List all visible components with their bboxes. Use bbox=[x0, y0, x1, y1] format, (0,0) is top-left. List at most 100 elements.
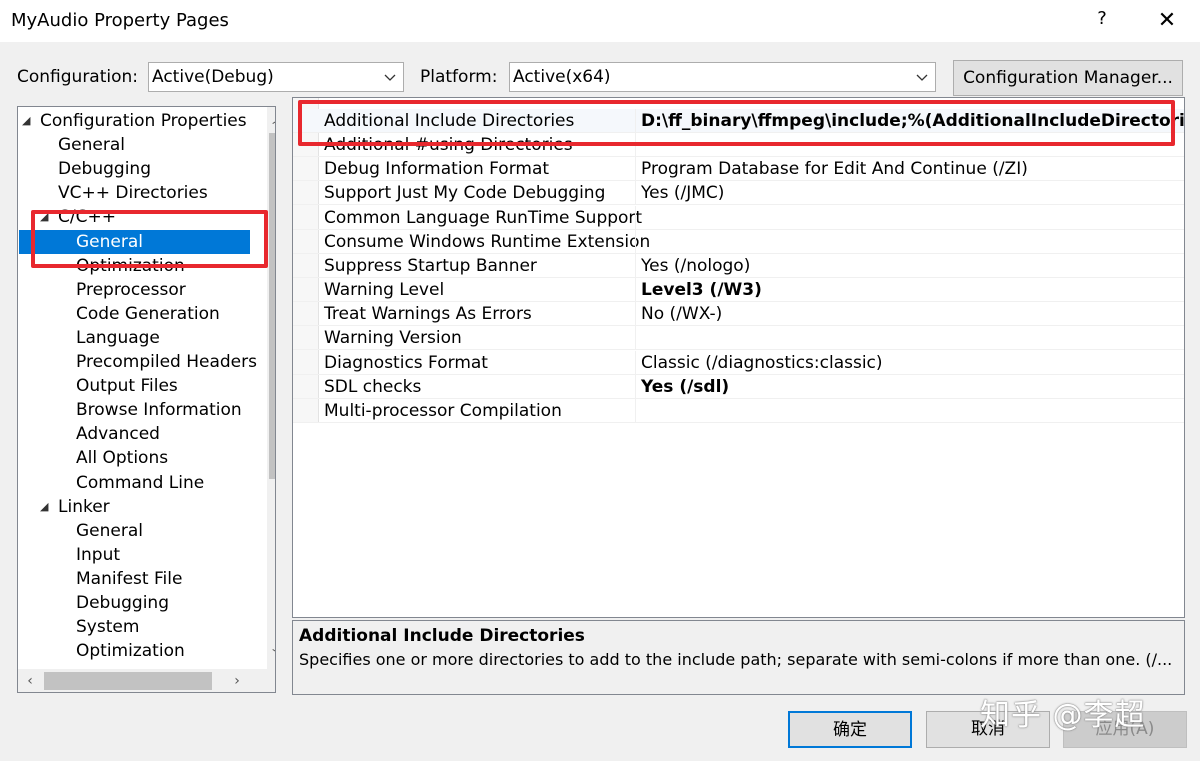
tree-item[interactable]: Output Files bbox=[76, 374, 178, 398]
tree-item[interactable]: System bbox=[76, 615, 139, 639]
window-title: MyAudio Property Pages bbox=[11, 10, 229, 31]
tree-item[interactable]: All Options bbox=[76, 446, 168, 470]
description-text: Specifies one or more directories to add… bbox=[299, 650, 1173, 669]
column-divider bbox=[635, 181, 636, 206]
column-divider bbox=[635, 253, 636, 278]
property-value[interactable]: Yes (/JMC) bbox=[641, 181, 724, 205]
property-value[interactable]: Yes (/nologo) bbox=[641, 254, 750, 278]
scroll-down-icon[interactable]: ﹀ bbox=[267, 645, 275, 669]
property-name: Warning Version bbox=[324, 328, 462, 349]
property-row[interactable]: Common Language RunTime Support bbox=[293, 205, 1184, 230]
navigation-tree: ◢ Configuration Properties General Debuggin… bbox=[17, 106, 276, 693]
property-name: Debug Information Format bbox=[324, 159, 550, 180]
property-row[interactable]: Warning Level Level3 (/W3) bbox=[293, 278, 1184, 303]
description-panel: Additional Include Directories Specifies… bbox=[292, 620, 1185, 695]
configuration-label: Configuration: bbox=[17, 67, 139, 87]
tree-item[interactable]: Input bbox=[76, 543, 120, 567]
configuration-manager-button[interactable]: Configuration Manager... bbox=[953, 60, 1183, 96]
property-row[interactable]: Suppress Startup Banner Yes (/nologo) bbox=[293, 253, 1184, 278]
help-button[interactable]: ? bbox=[1090, 8, 1114, 34]
property-row[interactable]: Consume Windows Runtime Extension bbox=[293, 229, 1184, 254]
property-row[interactable]: Treat Warnings As Errors No (/WX-) bbox=[293, 302, 1184, 327]
tree-item[interactable]: Advanced bbox=[76, 422, 160, 446]
column-divider bbox=[635, 229, 636, 254]
tree-item[interactable]: VC++ Directories bbox=[58, 181, 208, 205]
expand-arrow-icon[interactable]: ◢ bbox=[40, 205, 52, 229]
property-row[interactable]: Additional Include Directories D:\ff_bina… bbox=[293, 109, 1184, 133]
column-divider bbox=[635, 350, 636, 375]
property-name: Additional Include Directories bbox=[324, 111, 575, 131]
tree-item[interactable]: Browse Information bbox=[76, 398, 242, 422]
tree-item[interactable]: General bbox=[76, 519, 143, 543]
property-value[interactable]: Classic (/diagnostics:classic) bbox=[641, 351, 883, 375]
scroll-left-icon[interactable]: ‹ bbox=[18, 669, 42, 692]
scroll-thumb[interactable] bbox=[269, 133, 275, 479]
platform-dropdown[interactable]: Active(x64) bbox=[509, 62, 936, 92]
property-row[interactable]: Diagnostics Format Classic (/diagnostics:… bbox=[293, 350, 1184, 375]
tree-item[interactable]: C/C++ bbox=[58, 205, 116, 229]
tree-item[interactable]: Optimization bbox=[76, 639, 185, 663]
tree-item[interactable]: Debugging bbox=[58, 157, 151, 181]
tree-item[interactable]: Language bbox=[76, 326, 160, 350]
ok-button[interactable]: 确定 bbox=[788, 711, 912, 748]
property-grid: Additional Include Directories D:\ff_bina… bbox=[292, 97, 1185, 618]
property-name: Support Just My Code Debugging bbox=[324, 183, 606, 204]
property-name: Suppress Startup Banner bbox=[324, 255, 537, 276]
expand-arrow-icon[interactable]: ◢ bbox=[22, 109, 34, 133]
column-divider bbox=[635, 302, 636, 327]
property-name: Multi-processor Compilation bbox=[324, 400, 562, 421]
property-row[interactable]: Debug Information Format Program Database… bbox=[293, 157, 1184, 182]
chevron-down-icon bbox=[384, 74, 396, 81]
tree-horizontal-scrollbar[interactable]: ‹ › bbox=[18, 669, 267, 692]
configuration-dropdown[interactable]: Active(Debug) bbox=[148, 62, 404, 92]
platform-value: Active(x64) bbox=[513, 67, 611, 87]
tree-item[interactable]: Precompiled Headers bbox=[76, 350, 257, 374]
scroll-thumb[interactable] bbox=[44, 672, 212, 690]
property-row[interactable]: SDL checks Yes (/sdl) bbox=[293, 374, 1184, 399]
property-value[interactable]: No (/WX-) bbox=[641, 302, 722, 326]
expand-arrow-icon[interactable]: ◢ bbox=[40, 495, 52, 519]
property-name: Treat Warnings As Errors bbox=[324, 304, 532, 325]
tree-item[interactable]: General bbox=[58, 133, 125, 157]
tree-item[interactable]: General bbox=[19, 229, 250, 254]
column-divider bbox=[635, 326, 636, 351]
property-row[interactable]: Additional #using Directories bbox=[293, 133, 1184, 158]
property-name: SDL checks bbox=[324, 376, 422, 397]
column-divider bbox=[635, 205, 636, 230]
property-row[interactable]: Multi-processor Compilation bbox=[293, 398, 1184, 423]
property-row[interactable]: Support Just My Code Debugging Yes (/JMC) bbox=[293, 181, 1184, 206]
scroll-right-icon[interactable]: › bbox=[225, 669, 249, 692]
column-divider bbox=[635, 278, 636, 303]
column-divider bbox=[635, 109, 636, 133]
title-bar: MyAudio Property Pages ? ✕ bbox=[0, 0, 1200, 42]
tree-item[interactable]: Configuration Properties bbox=[40, 109, 247, 133]
chevron-down-icon bbox=[916, 74, 928, 81]
column-divider bbox=[635, 374, 636, 399]
tree-item[interactable]: Optimization bbox=[76, 254, 185, 278]
platform-label: Platform: bbox=[420, 67, 498, 87]
property-value[interactable]: Level3 (/W3) bbox=[641, 278, 762, 302]
scrollbar-corner bbox=[267, 669, 275, 692]
tree-item[interactable]: Debugging bbox=[76, 591, 169, 615]
property-value[interactable]: D:\ff_binary\ffmpeg\include;%(Additional… bbox=[641, 109, 1184, 133]
tree-item[interactable]: Preprocessor bbox=[76, 278, 186, 302]
column-divider bbox=[635, 157, 636, 182]
configuration-value: Active(Debug) bbox=[152, 67, 274, 87]
property-value[interactable]: Yes (/sdl) bbox=[641, 375, 729, 399]
column-divider bbox=[635, 398, 636, 423]
property-name: Common Language RunTime Support bbox=[324, 207, 643, 228]
scroll-up-icon[interactable]: ︿ bbox=[267, 107, 275, 131]
property-name: Consume Windows Runtime Extension bbox=[324, 231, 651, 252]
close-button[interactable]: ✕ bbox=[1152, 6, 1182, 36]
tree-item[interactable]: Command Line bbox=[76, 471, 204, 495]
property-name: Additional #using Directories bbox=[324, 135, 573, 156]
column-divider bbox=[635, 133, 636, 158]
tree-item[interactable]: Manifest File bbox=[76, 567, 182, 591]
tree-item[interactable]: Linker bbox=[58, 495, 110, 519]
property-row[interactable]: Warning Version bbox=[293, 326, 1184, 351]
property-name: Warning Level bbox=[324, 280, 445, 301]
description-title: Additional Include Directories bbox=[299, 626, 585, 646]
property-value[interactable]: Program Database for Edit And Continue (… bbox=[641, 157, 1028, 181]
tree-vertical-scrollbar[interactable]: ︿ ﹀ bbox=[267, 107, 275, 669]
tree-item[interactable]: Code Generation bbox=[76, 302, 220, 326]
